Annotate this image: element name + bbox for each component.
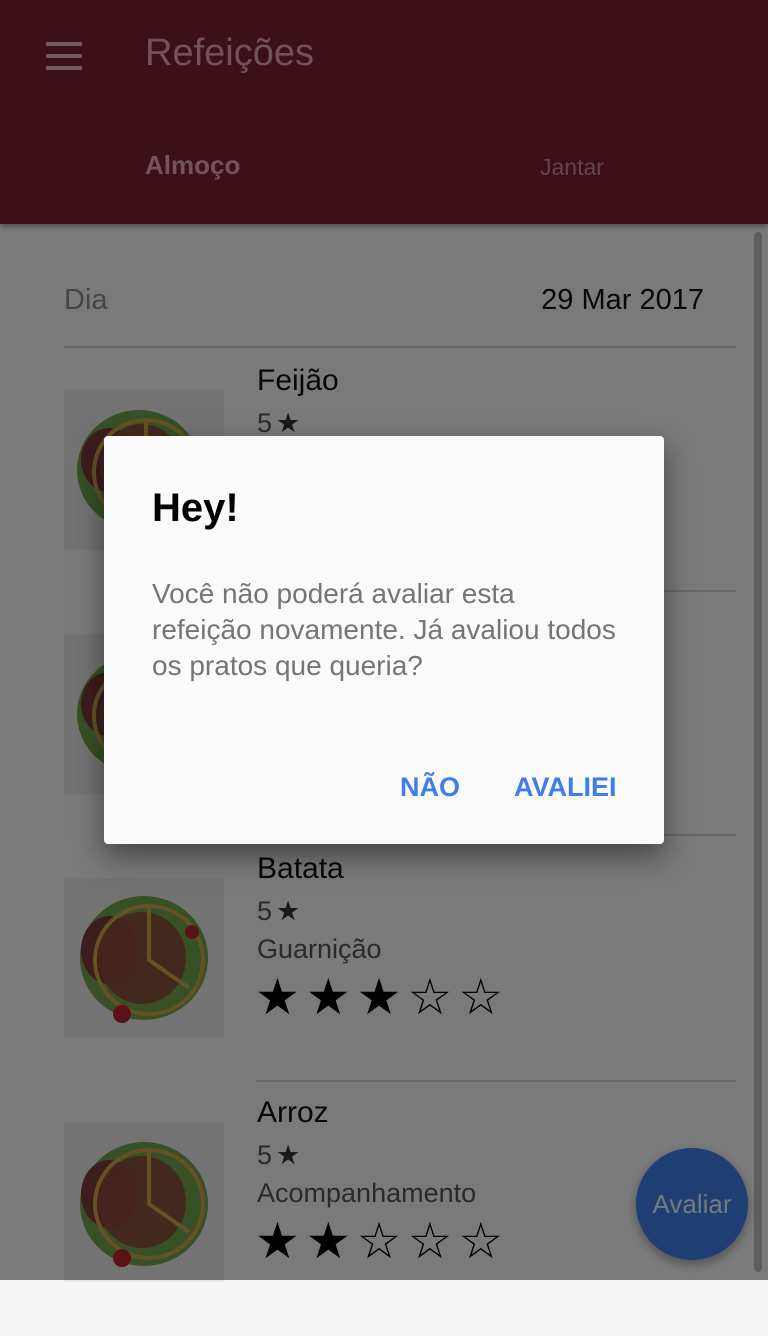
no-button[interactable]: NÃO: [400, 772, 460, 803]
confirm-button[interactable]: AVALIEI: [514, 772, 617, 803]
dialog-message: Você não poderá avaliar esta refeição no…: [152, 578, 616, 681]
dialog-title: Hey!: [152, 486, 239, 530]
confirm-dialog: Hey! Você não poderá avaliar esta refeiç…: [104, 436, 664, 844]
